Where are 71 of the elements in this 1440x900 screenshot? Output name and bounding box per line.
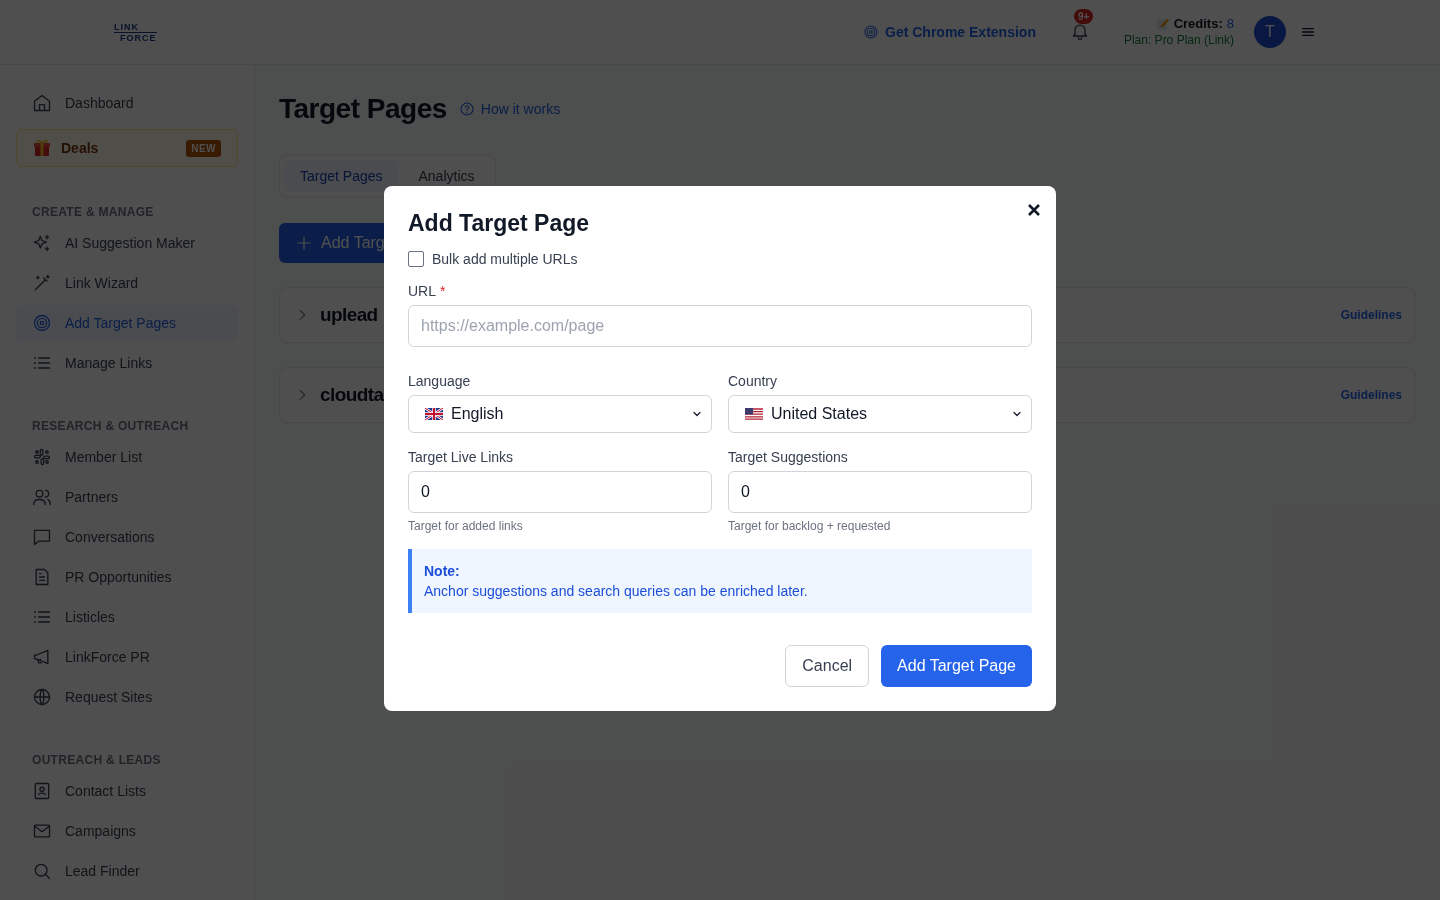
language-select[interactable]: English bbox=[408, 395, 712, 433]
field-label: URL bbox=[408, 283, 436, 299]
home-icon bbox=[32, 93, 52, 113]
sidebar-item[interactable]: Dashboard bbox=[16, 85, 238, 121]
wand-icon bbox=[32, 273, 52, 293]
sidebar-item[interactable]: Listicles bbox=[16, 599, 238, 635]
avatar[interactable]: T bbox=[1254, 16, 1286, 48]
country-select[interactable]: United States bbox=[728, 395, 1032, 433]
sparkles-icon bbox=[32, 233, 52, 253]
target-icon bbox=[32, 313, 52, 333]
sidebar-item[interactable]: Manage Links bbox=[16, 345, 238, 381]
close-icon bbox=[1027, 203, 1041, 217]
sidebar-item[interactable]: Link Wizard bbox=[16, 265, 238, 301]
users-icon bbox=[32, 487, 52, 507]
question-icon bbox=[458, 101, 475, 117]
plus-icon bbox=[295, 234, 313, 252]
required-mark: * bbox=[440, 283, 446, 299]
sidebar-item[interactable]: PR Opportunities bbox=[16, 559, 238, 595]
field-label: Country bbox=[728, 373, 778, 389]
pencil-icon bbox=[1155, 17, 1170, 31]
contact-book-icon bbox=[32, 781, 52, 801]
site-name: cloudta bbox=[320, 384, 384, 406]
sidebar-item[interactable]: Partners bbox=[16, 479, 238, 515]
plan-text: Plan: Pro Plan (Link) bbox=[1123, 32, 1234, 48]
sidebar-item[interactable]: Conversations bbox=[16, 519, 238, 555]
globe-icon bbox=[32, 687, 52, 707]
tab[interactable]: Analytics bbox=[402, 160, 491, 192]
url-field[interactable]: https://example.com/page bbox=[408, 305, 1032, 347]
chat-bubble-icon bbox=[32, 527, 52, 547]
chrome-extension-link[interactable]: Get Chrome Extension bbox=[863, 24, 1036, 40]
field-label: Language bbox=[408, 373, 471, 389]
sidebar-item[interactable]: Add Target Pages bbox=[16, 305, 238, 341]
credits-value: 8 bbox=[1226, 16, 1234, 32]
logo[interactable]: LINK FORCE bbox=[114, 21, 157, 43]
sidebar-item[interactable]: Campaigns bbox=[16, 813, 238, 849]
flag-icon bbox=[425, 408, 443, 420]
megaphone-icon bbox=[32, 647, 52, 667]
page-title: Target Pages bbox=[279, 93, 447, 125]
new-badge: NEW bbox=[186, 139, 221, 157]
checkbox-label: Bulk add multiple URLs bbox=[432, 251, 578, 267]
field-hint: Target for added links bbox=[408, 519, 524, 533]
tab[interactable]: Target Pages bbox=[284, 160, 399, 192]
guidelines-link[interactable]: Guidelines bbox=[1340, 388, 1402, 402]
site-name: uplead bbox=[320, 304, 378, 326]
deals-label: Deals bbox=[61, 140, 99, 156]
field-hint: Target for backlog + requested bbox=[728, 519, 892, 533]
sidebar-item[interactable]: AI Suggestion Maker bbox=[16, 225, 238, 261]
grid-icon bbox=[32, 447, 52, 467]
sidebar-item[interactable]: Member List bbox=[16, 439, 238, 475]
number-field[interactable]: 0 bbox=[728, 471, 1032, 513]
deals-item[interactable]: Deals NEW bbox=[16, 129, 238, 167]
help-link[interactable]: How it works bbox=[458, 101, 561, 117]
sidebar-item[interactable]: Request Sites bbox=[16, 679, 238, 715]
number-field[interactable]: 0 bbox=[408, 471, 712, 513]
gift-icon bbox=[33, 139, 51, 157]
credits-label: Credits: bbox=[1173, 16, 1223, 32]
field-label: Target Live Links bbox=[408, 449, 514, 465]
guidelines-link[interactable]: Guidelines bbox=[1340, 308, 1402, 322]
checkbox[interactable] bbox=[408, 251, 424, 267]
flag-icon bbox=[745, 408, 763, 420]
modal-title: Add Target Page bbox=[408, 210, 591, 237]
search-icon bbox=[32, 861, 52, 881]
field-label: Target Suggestions bbox=[728, 449, 848, 465]
cancel-button[interactable]: Cancel bbox=[785, 645, 870, 687]
sidebar-item[interactable]: Contact Lists bbox=[16, 773, 238, 809]
sidebar-item[interactable]: LinkForce PR bbox=[16, 639, 238, 675]
notification-badge: 9+ bbox=[1073, 9, 1094, 24]
submit-button[interactable]: Add Target Page bbox=[881, 645, 1032, 687]
note-title: Note: bbox=[424, 563, 460, 579]
note-text: Anchor suggestions and search queries can be enriched later. bbox=[424, 582, 809, 601]
sidebar-item[interactable]: Lead Finder bbox=[16, 853, 238, 889]
